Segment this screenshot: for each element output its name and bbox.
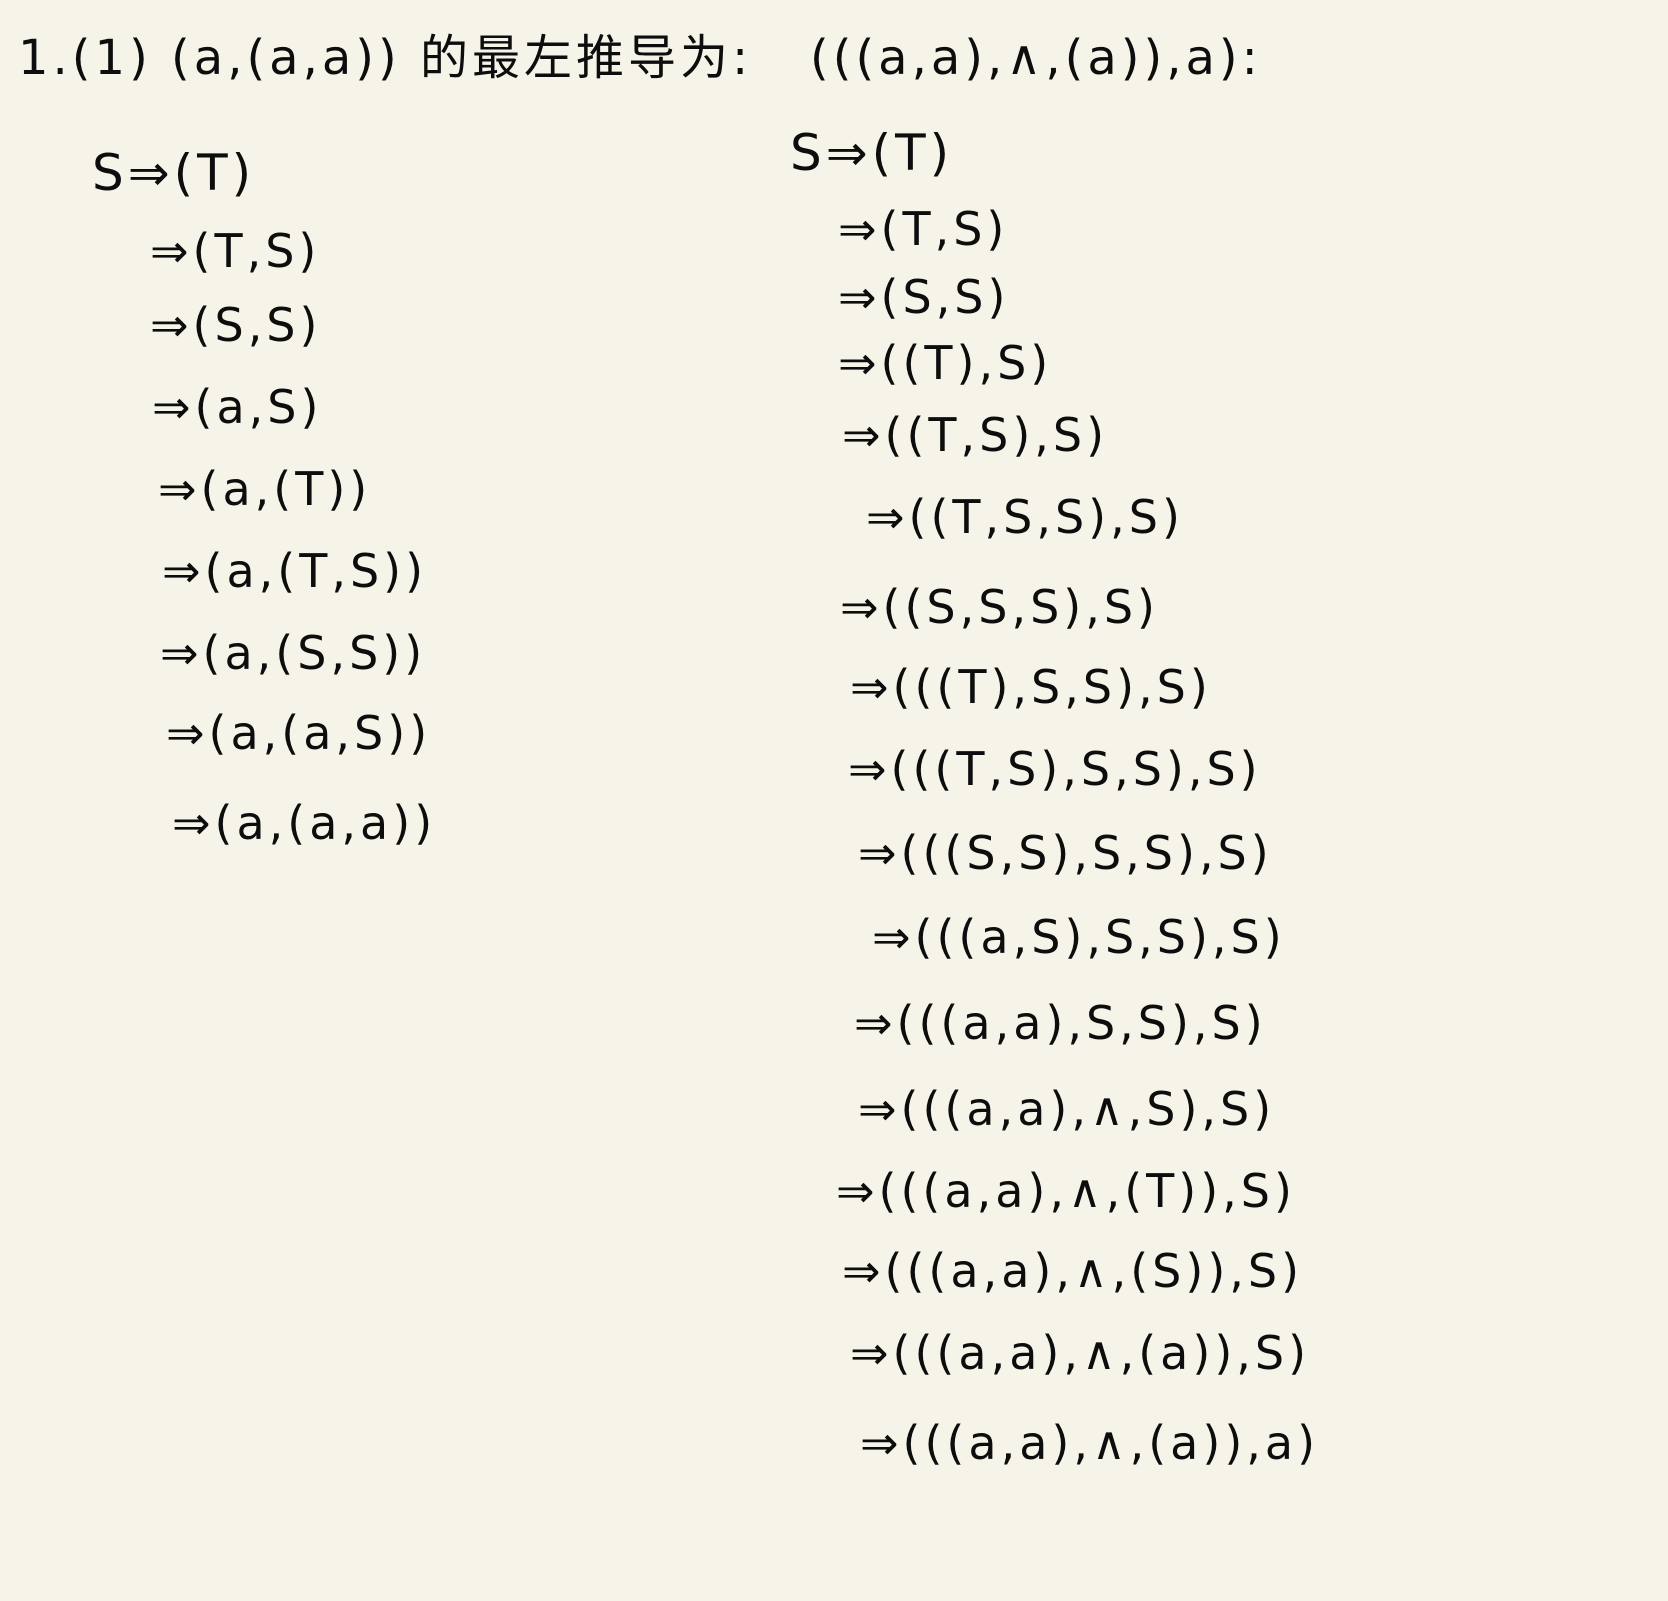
right-derivation-step-4: ⇒((T,S),S) [842, 408, 1109, 462]
right-derivation-step-0: S⇒(T) [790, 124, 954, 182]
right-derivation-step-9: ⇒(((S,S),S,S),S) [858, 826, 1273, 880]
right-derivation-step-8: ⇒(((T,S),S,S),S) [848, 742, 1262, 796]
left-derivation-step-2: ⇒(S,S) [150, 298, 322, 352]
right-derivation-step-1: ⇒(T,S) [838, 202, 1009, 256]
right-derivation-step-11: ⇒(((a,a),S,S),S) [854, 996, 1267, 1050]
left-derivation-step-8: ⇒(a,(a,a)) [172, 796, 437, 850]
left-heading: 1.(1) (a,(a,a)) 的最左推导为: [18, 30, 753, 86]
right-derivation-step-15: ⇒(((a,a),∧,(a)),S) [850, 1326, 1311, 1380]
right-derivation-step-3: ⇒((T),S) [838, 336, 1053, 390]
left-derivation-step-4: ⇒(a,(T)) [158, 462, 372, 516]
left-derivation-step-3: ⇒(a,S) [152, 380, 323, 434]
right-derivation-step-16: ⇒(((a,a),∧,(a)),a) [860, 1416, 1320, 1470]
right-heading: (((a,a),∧,(a)),a): [810, 30, 1262, 86]
right-derivation-step-5: ⇒((T,S,S),S) [866, 490, 1184, 544]
right-derivation-step-10: ⇒(((a,S),S,S),S) [872, 910, 1286, 964]
handwritten-note-page: 1.(1) (a,(a,a)) 的最左推导为: S⇒(T) ⇒(T,S) ⇒(S… [0, 0, 1668, 1601]
right-derivation-step-2: ⇒(S,S) [838, 270, 1010, 324]
left-derivation-step-6: ⇒(a,(S,S)) [160, 626, 427, 680]
left-derivation-step-1: ⇒(T,S) [150, 224, 321, 278]
right-derivation-step-6: ⇒((S,S,S),S) [840, 580, 1159, 634]
left-derivation-step-0: S⇒(T) [92, 144, 256, 202]
right-derivation-step-14: ⇒(((a,a),∧,(S)),S) [842, 1244, 1304, 1298]
right-derivation-step-7: ⇒(((T),S,S),S) [850, 660, 1212, 714]
left-derivation-step-5: ⇒(a,(T,S)) [162, 544, 428, 598]
left-derivation-step-7: ⇒(a,(a,S)) [166, 706, 432, 760]
right-derivation-step-12: ⇒(((a,a),∧,S),S) [858, 1082, 1276, 1136]
right-derivation-step-13: ⇒(((a,a),∧,(T)),S) [836, 1164, 1296, 1218]
